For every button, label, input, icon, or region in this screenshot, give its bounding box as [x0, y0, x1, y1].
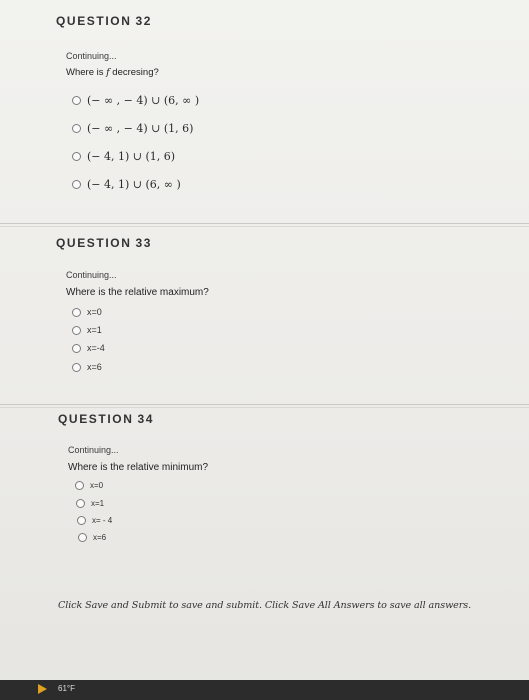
question-33-prompt: Where is the relative maximum?: [66, 287, 209, 298]
question-divider: [0, 404, 529, 405]
option-label: (− ∞ , − 4) ∪ (6, ∞ ): [87, 94, 200, 107]
q32-option-3[interactable]: (− 4, 1) ∪ (1, 6): [72, 150, 175, 163]
q32-option-2[interactable]: (− ∞ , − 4) ∪ (1, 6): [72, 122, 193, 135]
option-label: (− ∞ , − 4) ∪ (1, 6): [87, 122, 194, 135]
radio-button[interactable]: [78, 533, 87, 542]
option-label: x=0: [87, 307, 102, 317]
option-label: x=1: [87, 325, 102, 335]
q33-option-3[interactable]: x=-4: [72, 343, 105, 353]
question-divider: [0, 407, 529, 408]
option-label: x=-4: [87, 343, 105, 353]
question-number: 33: [135, 236, 153, 250]
q32-option-1[interactable]: (− ∞ , − 4) ∪ (6, ∞ ): [72, 94, 199, 107]
question-34-prompt: Where is the relative minimum?: [68, 462, 209, 473]
question-34-title: QUESTION 34: [58, 412, 154, 426]
question-label: QUESTION: [58, 412, 134, 426]
q34-option-3[interactable]: x= - 4: [77, 516, 112, 525]
q33-option-2[interactable]: x=1: [72, 325, 102, 335]
continuing-text: Continuing...: [68, 445, 119, 455]
weather-icon: [38, 684, 47, 694]
function-symbol: f: [106, 67, 110, 78]
radio-button[interactable]: [72, 362, 81, 372]
question-divider: [0, 223, 529, 224]
option-label: x=6: [87, 362, 102, 372]
taskbar: [0, 680, 529, 700]
q32-option-4[interactable]: (− 4, 1) ∪ (6, ∞ ): [72, 178, 181, 191]
q33-option-4[interactable]: x=6: [72, 362, 102, 372]
question-32-prompt: Where is f decresing?: [66, 67, 159, 78]
radio-button[interactable]: [72, 124, 81, 133]
q34-option-4[interactable]: x=6: [78, 533, 106, 542]
question-number: 32: [135, 14, 153, 28]
prompt-part-a: Where is: [66, 67, 104, 78]
option-label: (− 4, 1) ∪ (1, 6): [87, 150, 176, 163]
radio-button[interactable]: [72, 307, 81, 317]
q34-option-1[interactable]: x=0: [75, 481, 103, 490]
radio-button[interactable]: [72, 152, 81, 161]
option-label: x= - 4: [92, 516, 113, 525]
q34-option-2[interactable]: x=1: [76, 499, 104, 508]
option-label: x=6: [93, 533, 107, 542]
quiz-page: QUESTION 32 Continuing... Where is f decr…: [0, 0, 529, 700]
radio-button[interactable]: [72, 96, 81, 105]
question-33-title: QUESTION 33: [56, 236, 152, 250]
save-instructions: Click Save and Submit to save and submit…: [58, 600, 472, 611]
radio-button[interactable]: [72, 325, 81, 335]
prompt-part-b: decresing?: [112, 67, 159, 78]
option-label: x=1: [91, 499, 105, 508]
radio-button[interactable]: [76, 499, 85, 508]
question-32-title: QUESTION 32: [56, 14, 152, 28]
question-number: 34: [137, 412, 155, 426]
continuing-text: Continuing...: [66, 270, 117, 280]
continuing-text: Continuing...: [66, 51, 117, 61]
question-label: QUESTION: [56, 14, 132, 28]
temperature-readout: 61°F: [58, 684, 75, 693]
q33-option-1[interactable]: x=0: [72, 307, 102, 317]
question-divider: [0, 226, 529, 227]
radio-button[interactable]: [72, 180, 81, 189]
radio-button[interactable]: [77, 516, 86, 525]
radio-button[interactable]: [72, 343, 81, 353]
option-label: x=0: [90, 481, 104, 490]
option-label: (− 4, 1) ∪ (6, ∞ ): [87, 178, 181, 191]
radio-button[interactable]: [75, 481, 84, 490]
question-label: QUESTION: [56, 236, 132, 250]
